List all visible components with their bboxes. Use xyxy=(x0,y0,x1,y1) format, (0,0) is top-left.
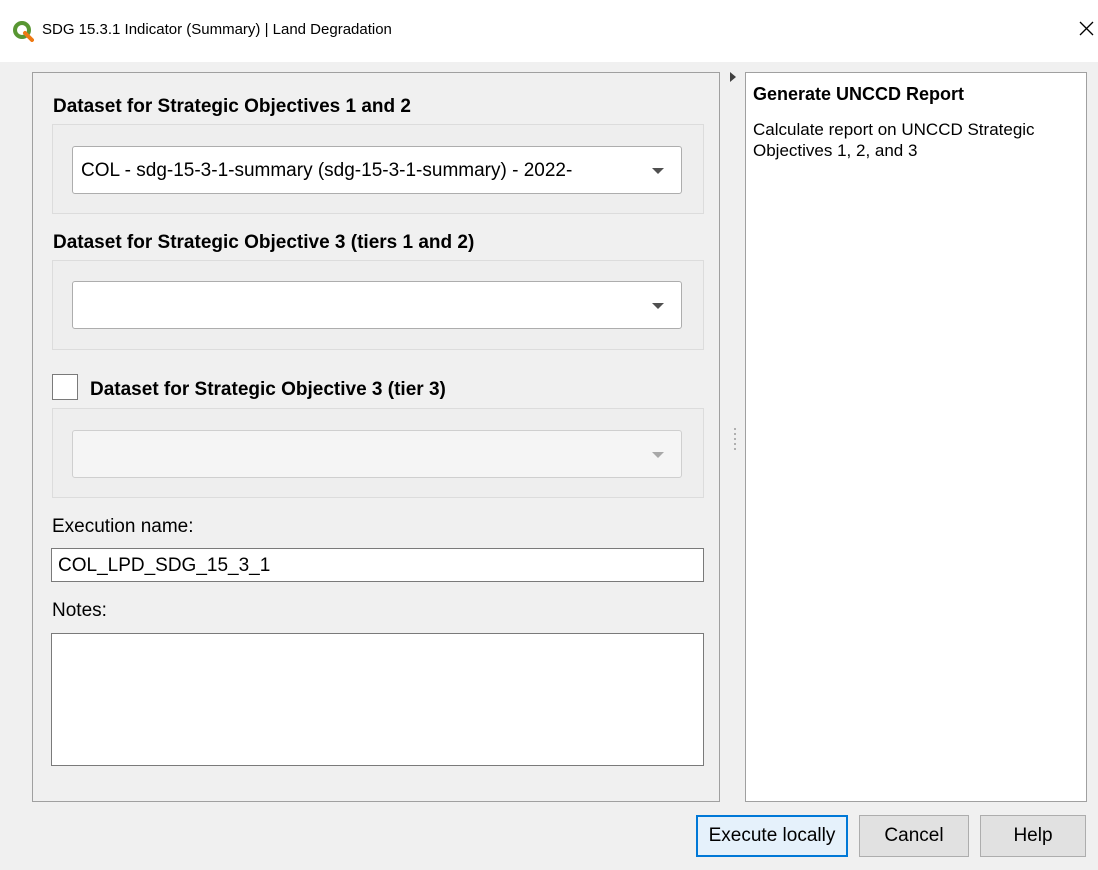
execution-name-value: COL_LPD_SDG_15_3_1 xyxy=(58,555,271,576)
close-icon[interactable] xyxy=(1076,16,1098,42)
so3-t3-dataset-combo[interactable] xyxy=(72,430,682,478)
help-button[interactable]: Help xyxy=(980,815,1086,857)
so12-heading: Dataset for Strategic Objectives 1 and 2 xyxy=(53,96,411,117)
so3-t3-checkbox[interactable] xyxy=(52,374,78,400)
info-title: Generate UNCCD Report xyxy=(753,84,965,104)
dropdown-arrow-icon xyxy=(652,168,664,174)
dropdown-arrow-icon xyxy=(652,303,664,309)
so12-dataset-value: COL - sdg-15-3-1-summary (sdg-15-3-1-sum… xyxy=(81,160,573,181)
so3-t3-heading: Dataset for Strategic Objective 3 (tier … xyxy=(90,379,446,400)
splitter-collapse-icon[interactable] xyxy=(729,72,737,82)
so12-dataset-combo[interactable]: COL - sdg-15-3-1-summary (sdg-15-3-1-sum… xyxy=(72,146,682,194)
so3-t12-heading: Dataset for Strategic Objective 3 (tiers… xyxy=(53,232,475,253)
notes-label: Notes: xyxy=(52,600,107,621)
execute-locally-button[interactable]: Execute locally xyxy=(696,815,848,857)
cancel-button[interactable]: Cancel xyxy=(859,815,969,857)
info-panel: Generate UNCCD Report Calculate report o… xyxy=(745,72,1087,802)
splitter-handle-icon[interactable] xyxy=(734,428,736,452)
qgis-logo-icon xyxy=(13,21,34,42)
execution-name-label: Execution name: xyxy=(52,516,194,537)
title-bar: SDG 15.3.1 Indicator (Summary) | Land De… xyxy=(0,0,1098,62)
notes-textarea[interactable] xyxy=(51,633,704,766)
execution-name-input[interactable]: COL_LPD_SDG_15_3_1 xyxy=(51,548,704,582)
dropdown-arrow-icon xyxy=(652,452,664,458)
info-description: Calculate report on UNCCD Strategic Obje… xyxy=(753,120,1035,160)
so3-t12-dataset-combo[interactable] xyxy=(72,281,682,329)
window-title: SDG 15.3.1 Indicator (Summary) | Land De… xyxy=(42,21,392,38)
